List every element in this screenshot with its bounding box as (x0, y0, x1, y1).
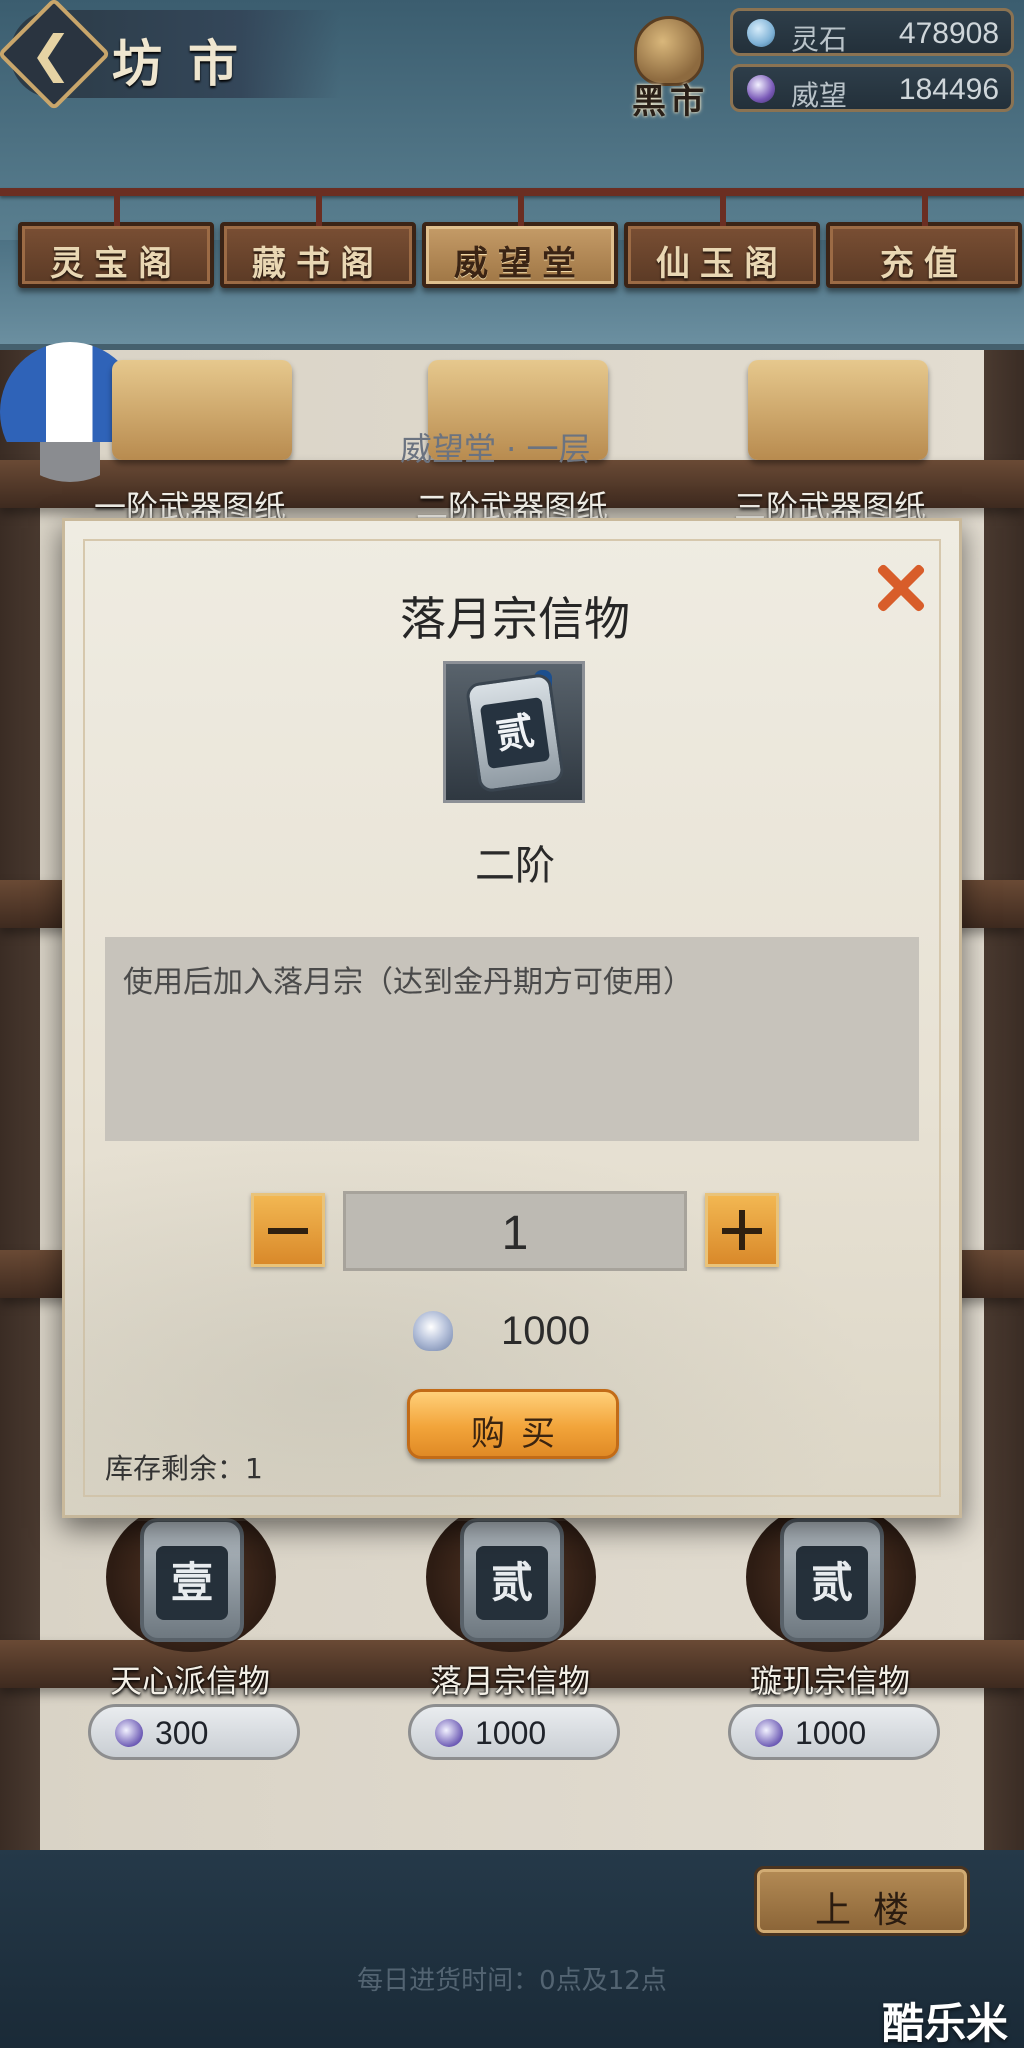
token-glyph: 壹 (156, 1546, 228, 1620)
token-glyph: 贰 (796, 1546, 868, 1620)
restock-note: 每日进货时间：0点及12点 (357, 1966, 667, 1996)
description-box: 使用后加入落月宗（达到金丹期方可使用） (105, 937, 919, 1141)
watermark: 酷乐米 (881, 1999, 1008, 2048)
scroll-item-icon[interactable] (748, 360, 928, 460)
price-value: 1000 (475, 1715, 547, 1751)
item-icon: 贰 (443, 661, 585, 803)
avatar-image-lower (40, 442, 100, 482)
buy-label: 购买 (471, 1414, 571, 1454)
chevron-left-icon: ❮ (30, 25, 72, 83)
token-item-icon[interactable]: 贰 (780, 1518, 884, 1642)
tab-weiwang[interactable]: 威望堂 (422, 190, 618, 288)
tab-label: 灵宝阁 (50, 244, 182, 284)
currency-value: 184496 (898, 73, 999, 106)
shelf-item-name: 天心派信物 (109, 1662, 270, 1700)
tab-label: 威望堂 (454, 244, 586, 284)
quantity-value: 1 (501, 1207, 529, 1260)
item-tier: 二阶 (475, 843, 555, 889)
tab-hanger (316, 190, 322, 226)
token-icon: 贰 (464, 672, 566, 794)
total-cost: 1000 (501, 1309, 590, 1353)
tab-label: 藏书阁 (252, 244, 384, 284)
quantity-field[interactable]: 1 (343, 1191, 687, 1271)
tab-cangshu[interactable]: 藏书阁 (220, 190, 416, 288)
black-market-label: 黑市 (632, 82, 708, 122)
minus-icon (268, 1228, 308, 1234)
price-tag[interactable]: 1000 (728, 1704, 940, 1760)
price-value: 1000 (795, 1715, 867, 1751)
item-description: 使用后加入落月宗（达到金丹期方可使用） (123, 965, 693, 1000)
floor-title: 威望堂 · 一层 (400, 430, 591, 468)
token-item-icon[interactable]: 壹 (140, 1518, 244, 1642)
tab-hanger (518, 190, 524, 226)
decrease-quantity-button[interactable] (251, 1193, 325, 1267)
page-title: 坊市 (112, 34, 264, 93)
price-tag[interactable]: 300 (88, 1704, 300, 1760)
currency-label: 灵石 (791, 23, 848, 56)
hanging-rope (0, 188, 1024, 196)
tab-label: 仙玉阁 (656, 244, 788, 284)
prestige-icon (115, 1719, 143, 1747)
spirit-stone-icon (747, 19, 775, 47)
token-glyph: 贰 (476, 1546, 548, 1620)
plus-icon (739, 1210, 745, 1250)
tab-recharge[interactable]: 充值 (826, 190, 1022, 288)
currency-spirit-stone: 灵石 478908 (730, 8, 1014, 56)
tab-hanger (720, 190, 726, 226)
token-item-icon[interactable]: 贰 (460, 1518, 564, 1642)
prestige-icon (747, 75, 775, 103)
shelf-item-name: 落月宗信物 (429, 1662, 590, 1700)
currency-label: 威望 (791, 79, 848, 112)
prestige-icon (435, 1719, 463, 1747)
tab-lingbao[interactable]: 灵宝阁 (18, 190, 214, 288)
tab-hanger (114, 190, 120, 226)
increase-quantity-button[interactable] (705, 1193, 779, 1267)
tab-hanger (922, 190, 928, 226)
prestige-icon (755, 1719, 783, 1747)
dialog-title: 落月宗信物 (400, 592, 630, 646)
upstairs-button[interactable]: 上楼 (754, 1866, 970, 1936)
prestige-icon (413, 1311, 453, 1351)
currency-prestige: 威望 184496 (730, 64, 1014, 112)
currency-value: 478908 (898, 17, 999, 50)
tab-label: 充值 (880, 244, 968, 284)
stock-remaining: 库存剩余：1 (105, 1452, 263, 1485)
scroll-item-icon[interactable] (112, 360, 292, 460)
buy-button[interactable]: 购买 (407, 1389, 619, 1459)
black-market-button[interactable]: 黑市 (620, 16, 720, 126)
tab-xianyu[interactable]: 仙玉阁 (624, 190, 820, 288)
price-value: 300 (155, 1715, 209, 1751)
upstairs-label: 上楼 (814, 1890, 931, 1931)
token-glyph: 贰 (479, 696, 551, 770)
purchase-dialog: 落月宗信物 贰 二阶 使用后加入落月宗（达到金丹期方可使用） 1 1000 购买… (62, 518, 962, 1521)
shelf-item-name: 璇玑宗信物 (749, 1662, 910, 1700)
price-tag[interactable]: 1000 (408, 1704, 620, 1760)
